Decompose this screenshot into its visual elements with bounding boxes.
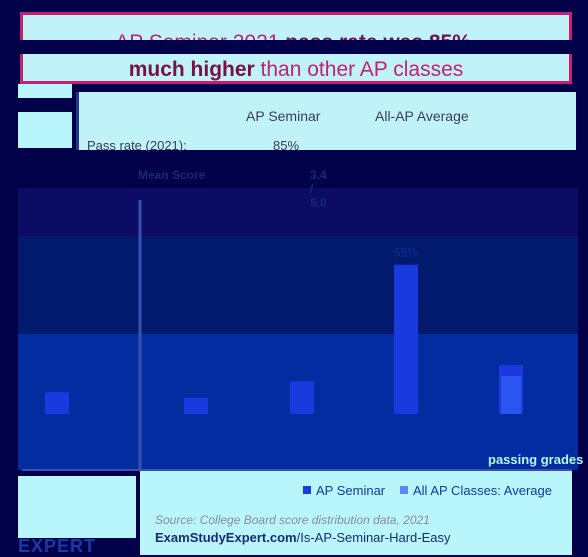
table-row-band [18, 188, 578, 236]
row-value: 3.4 / 5.0 [310, 168, 327, 210]
plot-band-upper [18, 236, 578, 334]
data-label: 55% [394, 246, 418, 260]
bar-chart: 55% [0, 152, 588, 471]
url-domain[interactable]: ExamStudyExpert.com [155, 530, 297, 545]
url-path[interactable]: /Is-AP-Seminar-Hard-Easy [297, 530, 451, 545]
legend-swatch [400, 486, 408, 494]
source-url[interactable]: ExamStudyExpert.com/Is-AP-Seminar-Hard-E… [155, 530, 450, 545]
source-note: Source: College Board score distribution… [155, 513, 430, 527]
row-label: Mean Score [138, 168, 206, 182]
bar-seminar-3 [290, 381, 314, 414]
bar-seminar-4 [394, 264, 418, 414]
bar-seminar-2 [184, 397, 208, 414]
legend-item-average: All AP Classes: Average [400, 483, 552, 498]
legend-label: All AP Classes: Average [413, 483, 552, 498]
passing-grades-note: passing grades [488, 452, 584, 467]
bar-seminar-1 [45, 392, 69, 414]
chart-frame: AP Seminar 2021 pass rate was 85%, much … [0, 0, 588, 556]
bar-average-5 [501, 376, 521, 414]
legend-label: AP Seminar [316, 483, 386, 498]
legend-item-seminar: AP Seminar [303, 483, 385, 498]
legend-swatch [303, 486, 311, 494]
table-row-mean-score: Mean Score 3.4 / 5.0 [138, 168, 327, 210]
brand-logo: EXPERT [18, 536, 97, 556]
